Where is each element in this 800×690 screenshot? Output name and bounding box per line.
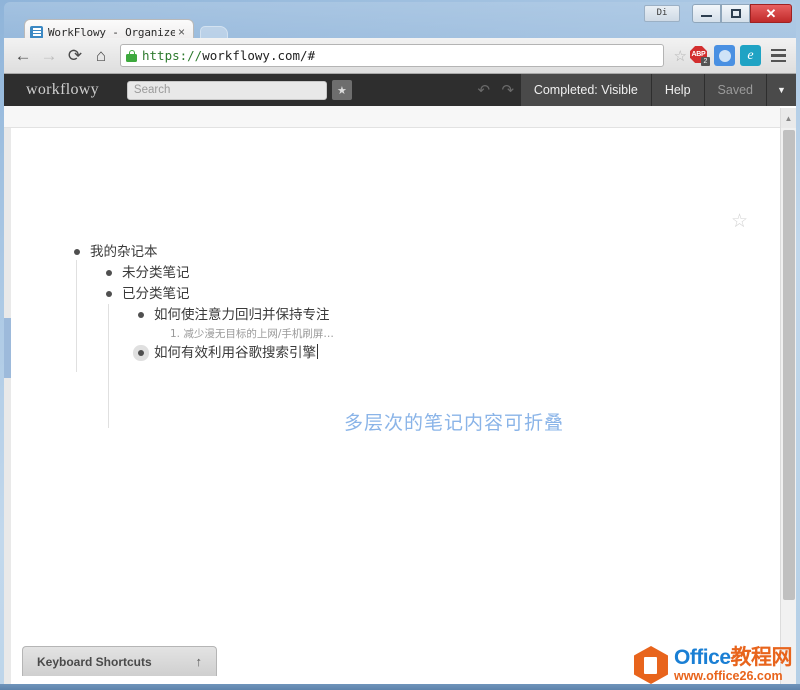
window-maximize-button[interactable] [721,4,750,23]
bullet-icon[interactable] [138,312,144,318]
page-viewport: workflowy Search ★ ↶ ↷ Completed: Visibl… [4,74,796,684]
bookmark-star-icon[interactable]: ☆ [674,47,687,65]
completed-visible-button[interactable]: Completed: Visible [520,74,651,106]
text-cursor [317,344,318,359]
title-bar: WorkFlowy - Organize yo × Di ✕ [4,2,796,38]
lock-icon [126,50,137,62]
list-item-label[interactable]: 如何使注意力回归并保持专注 [154,305,330,326]
scrollbar-thumb[interactable] [783,130,795,600]
address-bar-url: https://workflowy.com/# [142,48,315,63]
annotation-text: 多层次的笔记内容可折叠 [344,408,564,435]
page-star-icon[interactable]: ☆ [731,210,748,233]
workflowy-logo[interactable]: workflowy [26,81,99,99]
bullet-icon[interactable] [106,291,112,297]
search-input[interactable]: Search [127,81,327,100]
watermark-title-en: Office [674,646,731,669]
help-button[interactable]: Help [651,74,704,106]
list-item-label[interactable]: 如何有效利用谷歌搜索引擎 [154,343,318,364]
adblock-plus-icon[interactable]: ABP 2 [690,46,709,65]
url-scheme: https:// [142,48,202,63]
redo-icon[interactable]: ↷ [496,81,520,99]
saved-status: Saved [704,74,766,106]
breadcrumb-bar [4,106,780,128]
list-item[interactable]: 如何有效利用谷歌搜索引擎 [138,343,760,364]
list-item[interactable]: 我的杂记本 [74,242,760,263]
extension-blue-icon[interactable] [714,45,735,66]
list-item[interactable]: 已分类笔记 [106,284,760,305]
home-icon[interactable]: ⌂ [88,43,114,69]
workflowy-toolbar: workflowy Search ★ ↶ ↷ Completed: Visibl… [4,74,796,106]
left-scroll-thumb[interactable] [4,318,11,378]
bullet-collapsed-icon[interactable] [138,350,144,356]
keyboard-shortcuts-button[interactable]: Keyboard Shortcuts ↑ [22,646,217,676]
chrome-menu-icon[interactable] [766,44,790,68]
list-item-note[interactable]: 1. 减少漫无目标的上网/手机刷屏… [170,326,760,343]
navigation-toolbar: ← → ⟳ ⌂ https://workflowy.com/# ☆ ABP 2 … [4,38,796,74]
back-icon[interactable]: ← [10,43,36,69]
left-scroll-strip[interactable] [4,128,11,684]
tab-favicon-icon [30,26,43,39]
list-item[interactable]: 如何使注意力回归并保持专注 [138,305,760,326]
bullet-icon[interactable] [74,249,80,255]
list-item-label[interactable]: 我的杂记本 [90,242,158,263]
abp-badge-count: 2 [701,57,710,66]
address-bar[interactable]: https://workflowy.com/# [120,44,664,67]
taskbar-strip [0,684,800,690]
undo-icon[interactable]: ↶ [472,81,496,99]
reload-icon[interactable]: ⟳ [62,43,88,69]
watermark-text: Office教程网 www.office26.com [674,647,792,683]
outline-list: 我的杂记本 未分类笔记 已分类笔记 如何使注意力回归并保持专注 1. 减少漫无目… [74,242,760,364]
browser-window: WorkFlowy - Organize yo × Di ✕ ← → ⟳ ⌂ h… [4,2,796,686]
watermark-title: Office教程网 [674,647,792,668]
forward-icon[interactable]: → [36,43,62,69]
watermark: Office教程网 www.office26.com [634,646,792,684]
window-badge: Di [644,5,680,22]
url-rest: workflowy.com/# [202,48,315,63]
list-item-label[interactable]: 已分类笔记 [122,284,190,305]
tab-close-icon[interactable]: × [175,26,188,39]
extension-evernote-icon[interactable]: e [740,45,761,66]
bullet-icon[interactable] [106,270,112,276]
keyboard-shortcuts-label: Keyboard Shortcuts [37,655,152,669]
indent-guide [108,372,109,428]
office-logo-icon [634,646,668,684]
window-close-button[interactable]: ✕ [750,4,792,23]
list-item-text: 如何有效利用谷歌搜索引擎 [154,345,316,361]
window-minimize-button[interactable] [692,4,721,23]
scroll-up-button[interactable]: ▲ [780,108,796,128]
list-item[interactable]: 未分类笔记 [106,263,760,284]
search-star-button[interactable]: ★ [332,80,352,100]
chevron-down-icon[interactable]: ▼ [766,74,796,106]
tab-title: WorkFlowy - Organize yo [48,26,175,39]
watermark-url: www.office26.com [674,670,792,683]
watermark-title-cn: 教程网 [731,646,793,669]
maximize-icon [731,9,741,18]
minimize-icon [701,15,712,17]
document-body: ☆ 我的杂记本 未分类笔记 已分类笔记 [4,128,780,684]
vertical-scrollbar[interactable] [780,128,796,684]
list-item-label[interactable]: 未分类笔记 [122,263,190,284]
arrow-up-icon: ↑ [196,654,203,669]
